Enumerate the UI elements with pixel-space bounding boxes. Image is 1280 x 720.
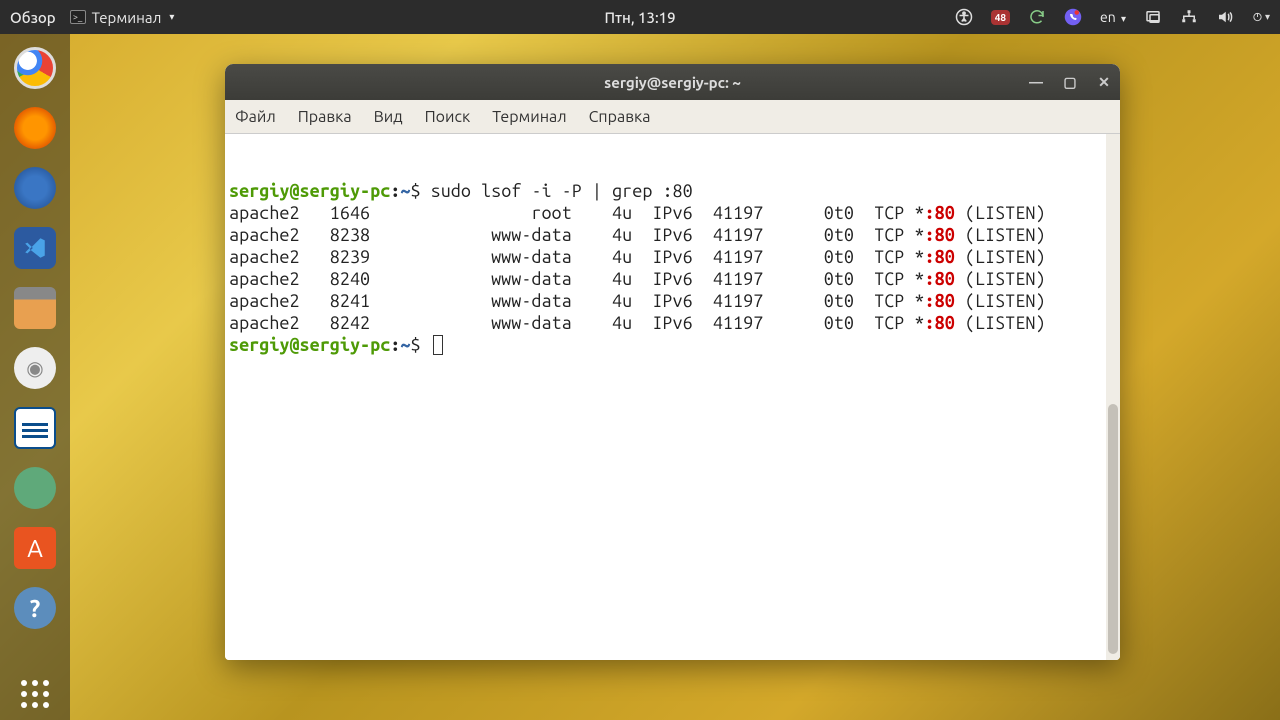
atom-icon	[14, 467, 56, 509]
dock-help[interactable]: ?	[11, 584, 59, 632]
maximize-button[interactable]: ▢	[1062, 74, 1078, 90]
keyboard-layout-label: en	[1100, 9, 1116, 25]
dock-software[interactable]: A	[11, 524, 59, 572]
shopping-bag-icon: A	[14, 527, 56, 569]
screen-icon[interactable]	[1144, 8, 1162, 26]
thunderbird-icon	[14, 167, 56, 209]
update-badge[interactable]: 48	[991, 10, 1010, 25]
scrollbar-thumb[interactable]	[1108, 404, 1118, 654]
terminal-window: sergiy@sergiy-pc: ~ — ▢ ✕ Файл Правка Ви…	[225, 64, 1120, 660]
show-applications[interactable]	[21, 680, 49, 708]
dock-firefox[interactable]	[11, 104, 59, 152]
menu-search[interactable]: Поиск	[425, 108, 471, 126]
app-menu[interactable]: >_ Терминал ▾	[70, 9, 175, 26]
menu-terminal[interactable]: Терминал	[492, 108, 566, 126]
writer-icon	[14, 407, 56, 449]
dock-vscode[interactable]	[11, 224, 59, 272]
files-icon	[14, 287, 56, 329]
output-row: apache2 8238 www-data 4u IPv6 41197 0t0 …	[229, 224, 1116, 246]
terminal-icon: >_	[70, 10, 86, 24]
dock-atom[interactable]	[11, 464, 59, 512]
prompt-line: sergiy@sergiy-pc:~$ sudo lsof -i -P | gr…	[229, 180, 1116, 202]
prompt-line: sergiy@sergiy-pc:~$	[229, 334, 1116, 356]
output-row: apache2 8242 www-data 4u IPv6 41197 0t0 …	[229, 312, 1116, 334]
menu-file[interactable]: Файл	[235, 108, 276, 126]
menu-edit[interactable]: Правка	[298, 108, 352, 126]
window-title: sergiy@sergiy-pc: ~	[604, 74, 741, 91]
window-controls: — ▢ ✕	[1028, 74, 1112, 90]
firefox-icon	[14, 107, 56, 149]
clock[interactable]: Птн, 13:19	[604, 9, 675, 26]
network-icon[interactable]	[1180, 8, 1198, 26]
minimize-button[interactable]: —	[1028, 74, 1044, 90]
command-text: sudo lsof -i -P | grep :80	[431, 181, 693, 201]
dock: ◉ A ?	[0, 34, 70, 720]
output-row: apache2 8239 www-data 4u IPv6 41197 0t0 …	[229, 246, 1116, 268]
cursor	[433, 335, 443, 355]
top-panel: Обзор >_ Терминал ▾ Птн, 13:19 48 en ▾	[0, 0, 1280, 34]
terminal-menubar: Файл Правка Вид Поиск Терминал Справка	[225, 100, 1120, 134]
output-row: apache2 8240 www-data 4u IPv6 41197 0t0 …	[229, 268, 1116, 290]
chevron-down-icon: ▾	[1265, 11, 1270, 23]
output-row: apache2 1646 root 4u IPv6 41197 0t0 TCP …	[229, 202, 1116, 224]
output-row: apache2 8241 www-data 4u IPv6 41197 0t0 …	[229, 290, 1116, 312]
chevron-down-icon: ▾	[1121, 13, 1126, 24]
chrome-icon	[14, 47, 56, 89]
dock-rhythmbox[interactable]: ◉	[11, 344, 59, 392]
power-icon[interactable]: ▾	[1252, 8, 1270, 26]
window-titlebar[interactable]: sergiy@sergiy-pc: ~ — ▢ ✕	[225, 64, 1120, 100]
top-panel-right: 48 en ▾ ▾	[955, 8, 1270, 26]
scrollbar-track[interactable]	[1106, 134, 1120, 660]
speaker-icon: ◉	[14, 347, 56, 389]
dock-files[interactable]	[11, 284, 59, 332]
help-icon: ?	[14, 587, 56, 629]
viber-icon[interactable]	[1064, 8, 1082, 26]
keyboard-layout[interactable]: en ▾	[1100, 9, 1126, 25]
volume-icon[interactable]	[1216, 8, 1234, 26]
top-panel-left: Обзор >_ Терминал ▾	[10, 9, 174, 26]
dock-writer[interactable]	[11, 404, 59, 452]
vscode-icon	[14, 227, 56, 269]
accessibility-icon[interactable]	[955, 8, 973, 26]
dock-thunderbird[interactable]	[11, 164, 59, 212]
dock-chrome[interactable]	[11, 44, 59, 92]
terminal-output[interactable]: sergiy@sergiy-pc:~$ sudo lsof -i -P | gr…	[225, 134, 1120, 660]
activities-button[interactable]: Обзор	[10, 9, 56, 26]
close-button[interactable]: ✕	[1096, 74, 1112, 90]
chevron-down-icon: ▾	[169, 11, 174, 23]
sync-icon[interactable]	[1028, 8, 1046, 26]
menu-help[interactable]: Справка	[589, 108, 651, 126]
app-menu-label: Терминал	[92, 9, 162, 26]
menu-view[interactable]: Вид	[374, 108, 403, 126]
